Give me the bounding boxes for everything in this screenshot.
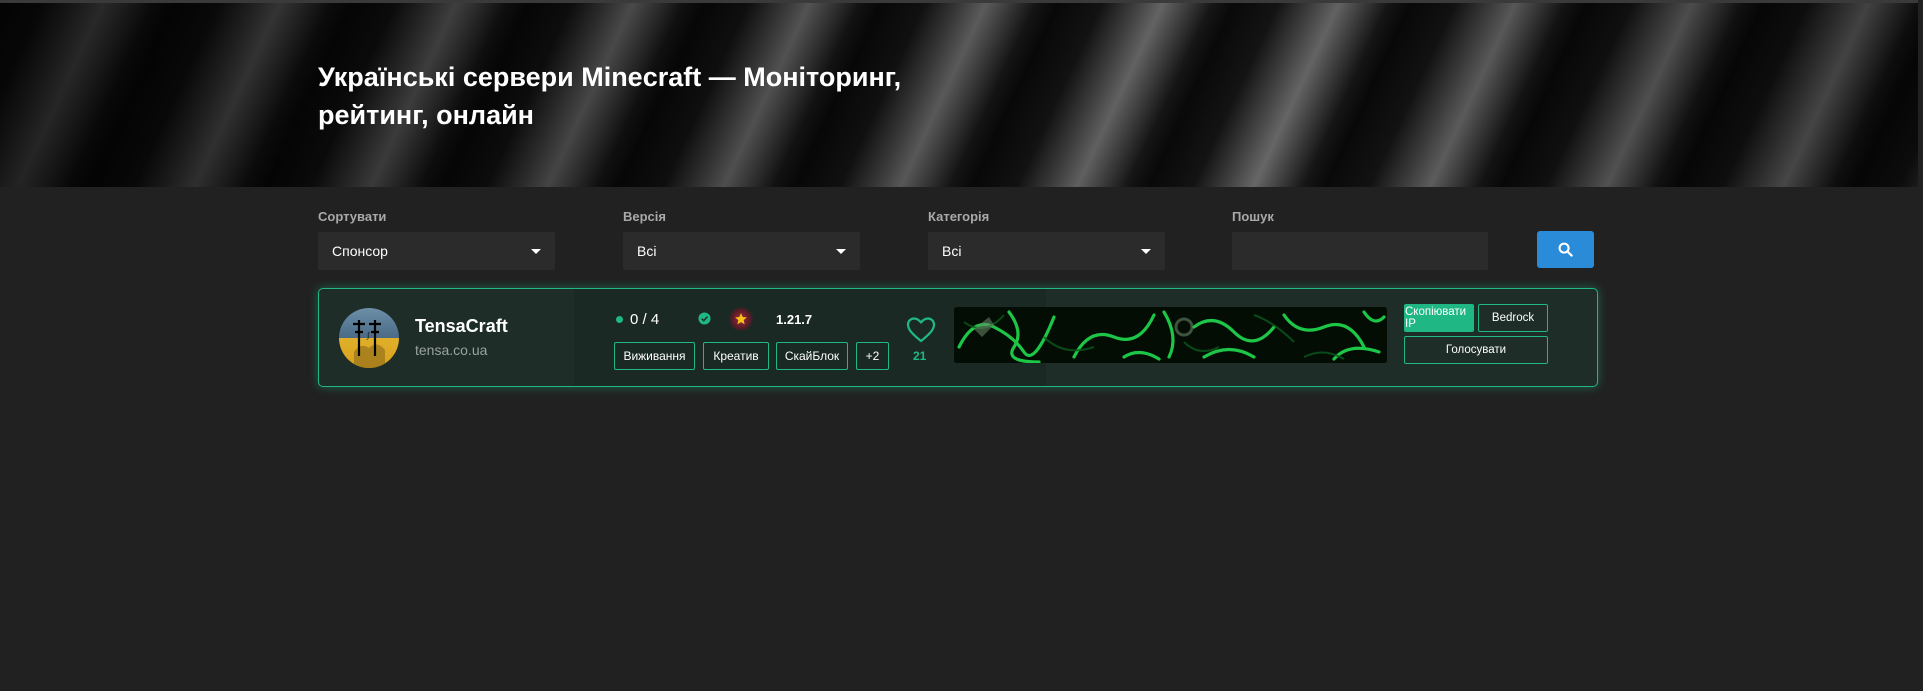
server-name[interactable]: TensaCraft xyxy=(415,316,508,337)
copy-ip-button[interactable]: Скопіювати IP xyxy=(1404,304,1474,332)
caret-down-icon xyxy=(1141,248,1151,254)
sort-value: Спонсор xyxy=(332,243,388,259)
heart-icon[interactable] xyxy=(906,316,936,343)
server-banner[interactable] xyxy=(954,307,1387,363)
page-title: Українські сервери Minecraft — Моніторин… xyxy=(318,62,902,130)
category-select[interactable]: Всі xyxy=(928,232,1165,270)
server-version: 1.21.7 xyxy=(776,312,813,327)
online-count: 0 / 4 xyxy=(616,311,659,328)
server-avatar: ʃ xyxy=(339,308,399,368)
hero-banner: Українські сервери Minecraft — Моніторин… xyxy=(0,0,1918,187)
search-icon xyxy=(1558,242,1573,257)
tag-creative[interactable]: Креатив xyxy=(703,342,769,370)
server-host: tensa.co.ua xyxy=(415,342,488,358)
online-value: 0 / 4 xyxy=(630,311,660,328)
search-filter: Пошук xyxy=(1232,208,1488,270)
sort-filter: Сортувати Спонсор xyxy=(318,208,555,270)
tag-survival[interactable]: Виживання xyxy=(614,342,695,370)
verified-icon xyxy=(698,312,711,325)
sort-label: Сортувати xyxy=(318,209,387,224)
search-button[interactable] xyxy=(1537,231,1594,268)
sponsor-badge xyxy=(729,307,753,331)
sort-select[interactable]: Спонсор xyxy=(318,232,555,270)
category-filter: Категорія Всі xyxy=(928,208,1165,270)
like-count: 21 xyxy=(913,349,927,363)
caret-down-icon xyxy=(531,248,541,254)
category-value: Всі xyxy=(942,243,962,259)
filter-bar: Сортувати Спонсор Версія Всі Категорія В… xyxy=(318,208,1594,270)
version-select[interactable]: Всі xyxy=(623,232,860,270)
category-label: Категорія xyxy=(928,209,990,224)
server-card[interactable]: ʃ TensaCraft tensa.co.ua 0 / 4 1.21.7 Ви… xyxy=(318,288,1598,387)
search-label: Пошук xyxy=(1232,209,1274,224)
status-dot-icon xyxy=(616,316,623,323)
search-input[interactable] xyxy=(1232,232,1488,270)
version-filter: Версія Всі xyxy=(623,208,860,270)
version-label: Версія xyxy=(623,209,666,224)
tag-more[interactable]: +2 xyxy=(856,342,889,370)
tag-skyblock[interactable]: СкайБлок xyxy=(776,342,848,370)
version-value: Всі xyxy=(637,243,657,259)
star-icon xyxy=(735,313,747,325)
bedrock-button[interactable]: Bedrock xyxy=(1478,304,1548,332)
svg-text:ʃ: ʃ xyxy=(366,332,370,340)
vote-button[interactable]: Голосувати xyxy=(1404,336,1548,364)
caret-down-icon xyxy=(836,248,846,254)
